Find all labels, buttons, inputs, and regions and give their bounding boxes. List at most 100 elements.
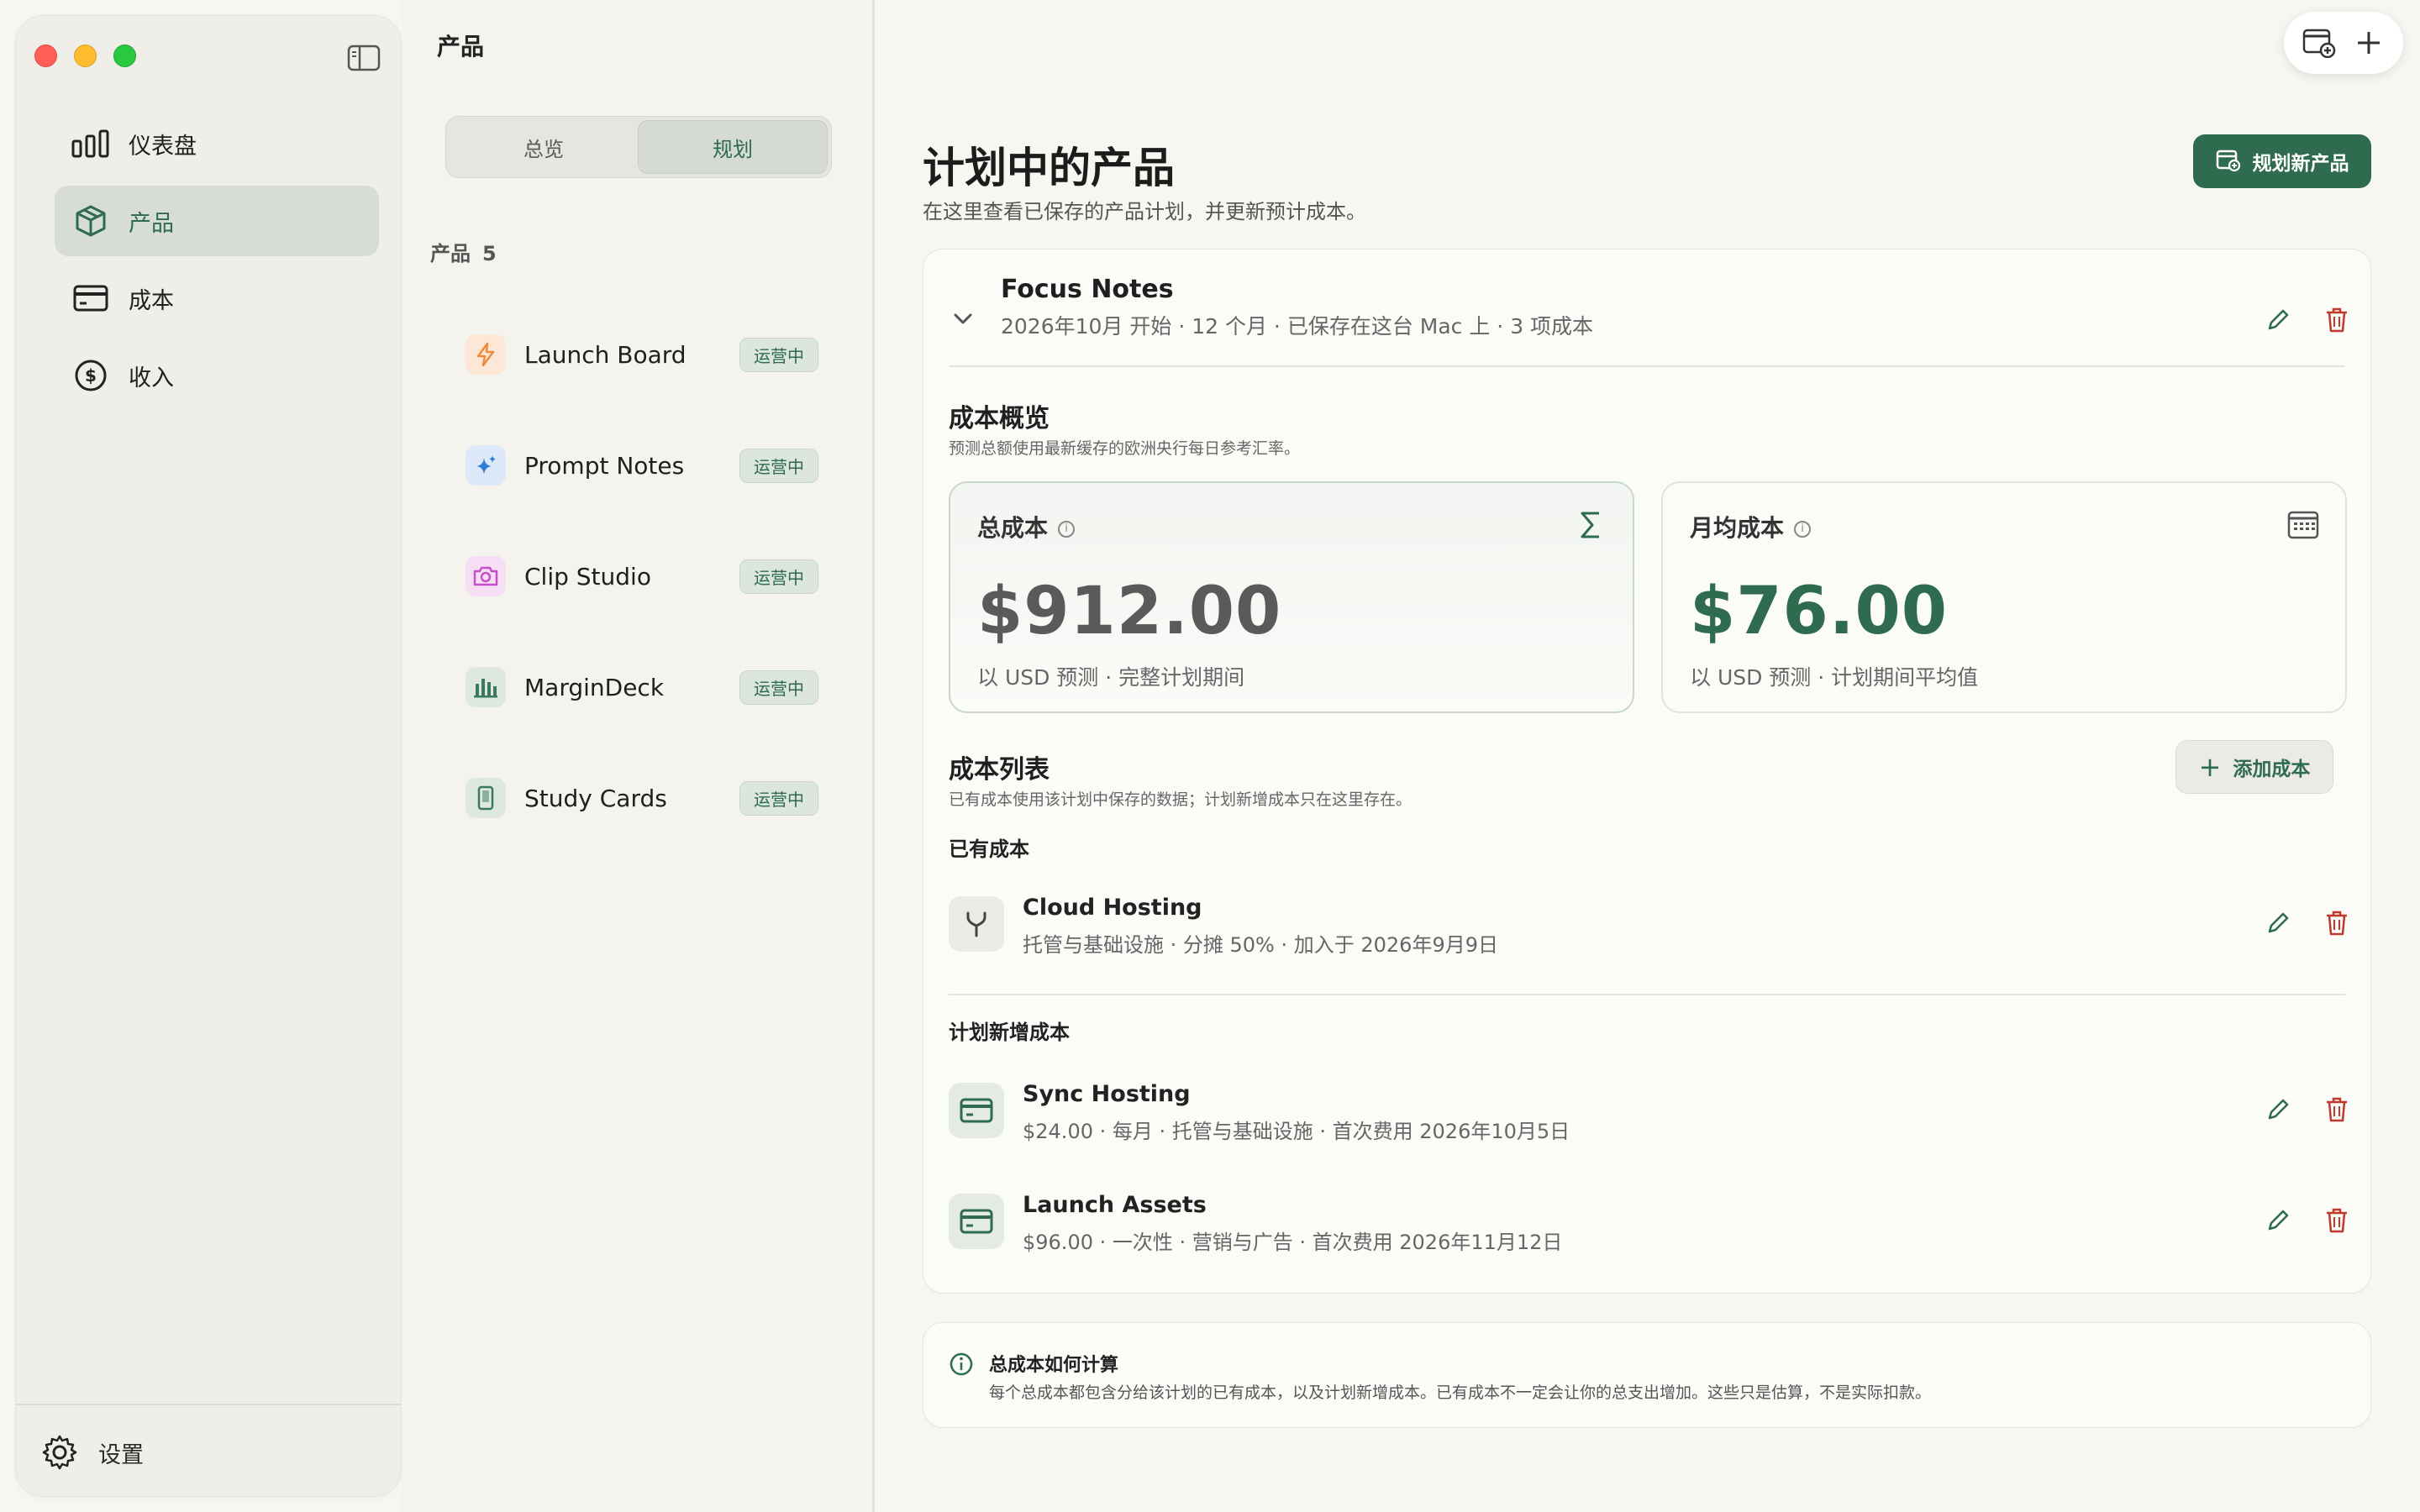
total-cost-value: $912.00: [977, 574, 1282, 649]
cost-row-planned: Launch Assets $96.00 · 一次性 · 营销与广告 · 首次费…: [949, 1187, 2347, 1254]
delete-plan-button[interactable]: [2320, 303, 2354, 337]
minimize-window-button[interactable]: [74, 45, 97, 67]
calendar-add-icon: [2302, 29, 2335, 58]
note-title: 总成本如何计算: [989, 1355, 1119, 1376]
close-window-button[interactable]: [34, 45, 57, 67]
toolbar: [2284, 12, 2403, 74]
credit-card-icon: [71, 279, 110, 318]
info-icon[interactable]: i: [1058, 521, 1076, 538]
planned-costs-label: 计划新增成本: [949, 1021, 1070, 1044]
monthly-cost-title: 月均成本 i: [1690, 510, 1812, 543]
list-item[interactable]: MarginDeck 运营中: [466, 632, 818, 743]
status-badge: 运营中: [739, 780, 818, 816]
delete-cost-button[interactable]: [2320, 1093, 2354, 1126]
cost-meta: $96.00 · 一次性 · 营销与广告 · 首次费用 2026年11月12日: [1023, 1231, 1563, 1254]
cost-meta: 托管与基础设施 · 分摊 50% · 加入于 2026年9月9日: [1023, 933, 1498, 957]
existing-costs-label: 已有成本: [949, 837, 1029, 861]
divider: [949, 994, 2345, 995]
list-item[interactable]: Study Cards 运营中: [466, 743, 818, 853]
settings-button[interactable]: 设置: [41, 1434, 144, 1471]
view-segmented-control: 总览 规划: [445, 116, 832, 178]
plan-new-product-label: 规划新产品: [2252, 153, 2349, 175]
edit-cost-button[interactable]: [2261, 906, 2295, 940]
overview-subtitle: 预测总额使用最新缓存的欧洲央行每日参考汇率。: [949, 439, 1301, 458]
add-cost-button[interactable]: + 添加成本: [2175, 740, 2333, 794]
cost-row-planned: Sync Hosting $24.00 · 每月 · 托管与基础设施 · 首次费…: [949, 1076, 2347, 1143]
add-calendar-button[interactable]: [2301, 24, 2338, 61]
monthly-cost-card[interactable]: 月均成本 i $76.00 以 USD 预测 · 计划期间平均值: [1661, 481, 2347, 713]
calendar-icon: [2286, 508, 2320, 542]
trash-icon: [2327, 1097, 2347, 1122]
sidebar-toggle-icon[interactable]: [347, 45, 381, 71]
delete-cost-button[interactable]: [2320, 1204, 2354, 1237]
tab-overview[interactable]: 总览: [450, 120, 638, 174]
total-cost-desc: 以 USD 预测 · 完整计划期间: [977, 665, 1245, 690]
pencil-icon: [2268, 309, 2289, 330]
edit-cost-button[interactable]: [2261, 1093, 2295, 1126]
list-item[interactable]: Prompt Notes 运营中: [466, 410, 818, 521]
box-icon: [71, 202, 110, 240]
sidebar-item-label: 仪表盘: [129, 133, 197, 160]
chevron-down-icon[interactable]: [949, 305, 977, 333]
sidebar-item-products[interactable]: 产品: [55, 186, 379, 256]
edit-plan-button[interactable]: [2261, 303, 2295, 337]
product-name: Study Cards: [524, 784, 667, 812]
camera-icon: [466, 556, 506, 596]
sidebar-item-revenue[interactable]: $ 收入: [55, 340, 379, 411]
cost-name: Cloud Hosting: [1023, 895, 1202, 921]
card-icon: [949, 1194, 1004, 1249]
pencil-icon: [2268, 1099, 2289, 1120]
product-count-label: 产品 5: [430, 237, 497, 266]
list-item[interactable]: Clip Studio 运营中: [466, 521, 818, 632]
cost-list-subtitle: 已有成本使用该计划中保存的数据；计划新增成本只在这里存在。: [949, 790, 1413, 809]
trash-icon: [2327, 1208, 2347, 1233]
plan-new-product-button[interactable]: 规划新产品: [2193, 134, 2371, 188]
card-icon: [949, 1083, 1004, 1138]
total-cost-card[interactable]: 总成本 i $912.00 以 USD 预测 · 完整计划期间: [949, 481, 1634, 713]
sidebar-divider: [16, 1404, 401, 1405]
status-badge: 运营中: [739, 448, 818, 483]
trash-icon: [2327, 307, 2347, 333]
page-subtitle: 在这里查看已保存的产品计划，并更新预计成本。: [923, 200, 1366, 223]
add-button[interactable]: [2350, 24, 2387, 61]
svg-text:$: $: [85, 365, 97, 386]
sparkle-icon: [466, 445, 506, 486]
monthly-cost-label: 月均成本: [1690, 514, 1785, 542]
delete-cost-button[interactable]: [2320, 906, 2354, 940]
info-icon[interactable]: i: [1794, 521, 1812, 538]
cost-name: Sync Hosting: [1023, 1081, 1191, 1107]
gear-icon: [41, 1434, 78, 1471]
list-item[interactable]: Launch Board 运营中: [466, 299, 818, 410]
tab-planning[interactable]: 规划: [638, 120, 828, 174]
product-list: Launch Board 运营中 Prompt Notes 运营中 Clip S…: [466, 299, 818, 853]
plan-meta: 2026年10月 开始 · 12 个月 · 已保存在这台 Mac 上 · 3 项…: [1001, 314, 1594, 339]
monthly-cost-value: $76.00: [1690, 574, 1948, 649]
product-count: 5: [482, 242, 497, 265]
product-count-text: 产品: [430, 242, 471, 265]
plan-name: Focus Notes: [1001, 275, 1174, 304]
cost-meta: $24.00 · 每月 · 托管与基础设施 · 首次费用 2026年10月5日: [1023, 1120, 1570, 1143]
pencil-icon: [2268, 1210, 2289, 1231]
sidebar: 仪表盘 产品 成本 $ 收入 设置: [15, 15, 402, 1497]
calculation-note: 总成本如何计算 每个总成本都包含分给该计划的已有成本，以及计划新增成本。已有成本…: [923, 1322, 2371, 1428]
cost-name: Launch Assets: [1023, 1192, 1207, 1218]
total-cost-title: 总成本 i: [977, 510, 1076, 543]
zoom-window-button[interactable]: [113, 45, 136, 67]
pencil-icon: [2268, 912, 2289, 933]
sidebar-item-dashboard[interactable]: 仪表盘: [55, 108, 379, 179]
sidebar-item-costs[interactable]: 成本: [55, 263, 379, 333]
product-name: Launch Board: [524, 340, 687, 369]
cost-row-existing: Cloud Hosting 托管与基础设施 · 分摊 50% · 加入于 202…: [949, 890, 2347, 957]
overview-title: 成本概览: [949, 404, 1050, 433]
plan-card: Focus Notes 2026年10月 开始 · 12 个月 · 已保存在这台…: [923, 249, 2371, 1294]
plus-icon: [2357, 32, 2380, 54]
sidebar-nav: 仪表盘 产品 成本 $ 收入: [55, 108, 379, 417]
settings-label: 设置: [98, 1441, 144, 1468]
total-cost-label: 总成本: [977, 514, 1049, 542]
edit-cost-button[interactable]: [2261, 1204, 2295, 1237]
product-name: Prompt Notes: [524, 451, 685, 480]
sidebar-item-label: 成本: [129, 287, 174, 314]
product-name: MarginDeck: [524, 673, 665, 701]
fork-icon: [949, 896, 1004, 952]
bar-chart-icon: [71, 124, 110, 163]
